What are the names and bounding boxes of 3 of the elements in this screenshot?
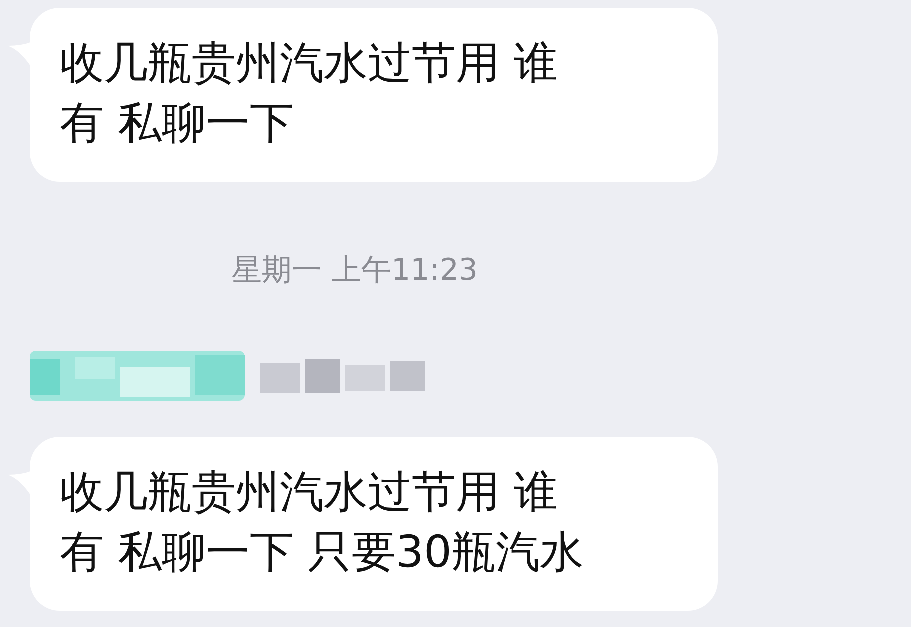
timestamp: 星期一 上午11:23 (232, 252, 478, 290)
message-text: 收几瓶贵州汽水过节用 谁有 私聊一下 (60, 37, 559, 151)
message-text: 收几瓶贵州汽水过节用 谁有 私聊一下 只要30瓶汽水 (60, 466, 585, 580)
